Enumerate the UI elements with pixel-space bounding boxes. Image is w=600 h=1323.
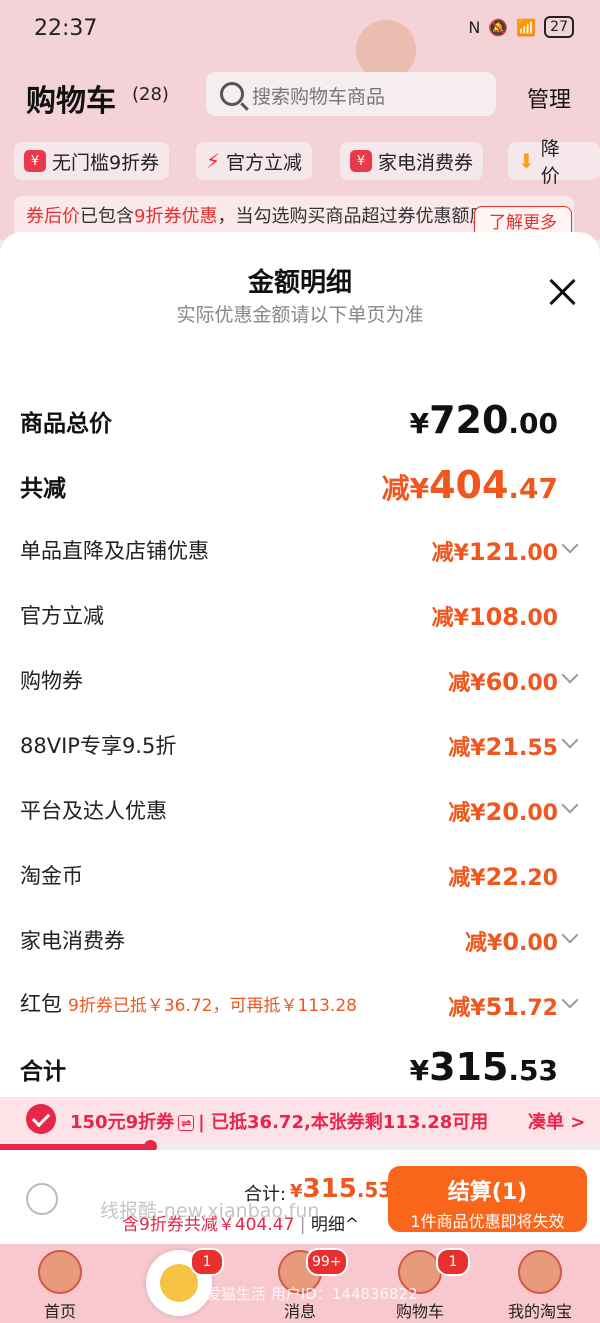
row-label-total-price: 商品总价 <box>20 411 112 437</box>
coupon-icon: ¥ <box>350 150 372 172</box>
row-label-official-discount: 官方立减 <box>20 604 104 628</box>
sheet-subtitle: 实际优惠金额请以下单页为准 <box>176 304 424 326</box>
row-value-shopping-coupon: 减¥60.00 <box>448 668 558 696</box>
row-label-store-discount: 单品直降及店铺优惠 <box>20 539 209 563</box>
chip-price-drop[interactable]: ⬇ 降价 <box>508 138 600 187</box>
close-icon[interactable] <box>546 276 578 308</box>
row-value-red-packet: 减¥51.72 <box>448 993 558 1021</box>
profile-icon <box>518 1250 562 1294</box>
user-watermark: 爱猫生活 用户ID：144836822 <box>206 1285 418 1303</box>
total-amount: ¥315.53 <box>290 1174 393 1204</box>
status-time: 22:37 <box>34 16 98 41</box>
select-all-checkbox[interactable] <box>26 1183 58 1215</box>
row-label-vip-discount: 88VIP专享9.5折 <box>20 734 177 758</box>
saved-summary: 含9折券共减￥404.47 | 明细^ <box>122 1215 360 1235</box>
row-label-total-discount: 共减 <box>20 476 66 502</box>
row-value-total-price: ¥720.00 <box>409 398 558 442</box>
row-value-official-discount: 减¥108.00 <box>431 603 558 631</box>
row-label-taojinbi: 淘金币 <box>20 864 83 888</box>
row-value-store-discount: 减¥121.00 <box>431 538 558 566</box>
coupon-check-icon[interactable] <box>26 1104 56 1134</box>
chip-official-discount[interactable]: ⚡ 官方立减 <box>196 142 313 180</box>
add-items-link[interactable]: 凑单 > <box>528 1108 585 1134</box>
tab-my-taobao[interactable]: 我的淘宝 <box>490 1244 590 1323</box>
chip-discount-coupon[interactable]: ¥ 无门槛9折券 <box>14 142 170 180</box>
total-label: 合计: <box>244 1184 287 1205</box>
row-label-red-packet: 红包 9折券已抵￥36.72，可再抵￥113.28 <box>20 992 357 1016</box>
mute-icon: 🔕 <box>488 17 509 37</box>
tab-home[interactable]: 首页 <box>10 1244 110 1323</box>
detail-link[interactable]: 明细^ <box>311 1215 359 1235</box>
row-value-taojinbi: 减¥22.20 <box>448 863 558 891</box>
mascot-image <box>356 20 416 80</box>
price-down-icon: ⬇ <box>518 149 535 173</box>
row-value-vip-discount: 减¥21.55 <box>448 733 558 761</box>
manage-button[interactable]: 管理 <box>527 82 571 114</box>
row-label-shopping-coupon: 购物券 <box>20 669 83 693</box>
wifi-icon: 📶 <box>516 17 537 37</box>
status-icons: N 🔕 📶 27 <box>468 16 574 38</box>
coupon-info: 150元9折券 ⇌ | 已抵36.72,本张券剩113.28可用 <box>70 1112 489 1133</box>
search-placeholder: 搜索购物车商品 <box>252 86 386 108</box>
chip-appliance-coupon[interactable]: ¥ 家电消费券 <box>340 142 484 180</box>
row-label-appliance-coupon: 家电消费券 <box>20 929 125 953</box>
search-icon <box>220 82 244 106</box>
sheet-title: 金额明细 <box>247 268 352 298</box>
row-label-sum: 合计 <box>20 1059 66 1085</box>
checkout-button[interactable]: 结算(1) 1件商品优惠即将失效 <box>388 1166 587 1232</box>
row-value-platform-discount: 减¥20.00 <box>448 798 558 826</box>
row-value-appliance-coupon: 减¥0.00 <box>465 928 558 956</box>
coupon-icon: ¥ <box>24 150 46 172</box>
cart-count: (28) <box>132 84 169 105</box>
swap-icon[interactable]: ⇌ <box>178 1115 195 1131</box>
battery-icon: 27 <box>544 16 574 38</box>
row-value-sum: ¥315.53 <box>409 1045 558 1089</box>
home-icon <box>38 1250 82 1294</box>
red-packet-note: 9折券已抵￥36.72，可再抵￥113.28 <box>68 996 357 1016</box>
badge-messages: 99+ <box>306 1248 348 1276</box>
badge-floating: 1 <box>190 1248 224 1276</box>
nfc-icon: N <box>468 17 481 37</box>
row-label-platform-discount: 平台及达人优惠 <box>20 799 167 823</box>
badge-cart: 1 <box>436 1248 470 1276</box>
page-title: 购物车 <box>26 84 116 119</box>
lightning-icon: ⚡ <box>206 149 221 173</box>
row-value-total-discount: 减¥404.47 <box>381 463 558 507</box>
